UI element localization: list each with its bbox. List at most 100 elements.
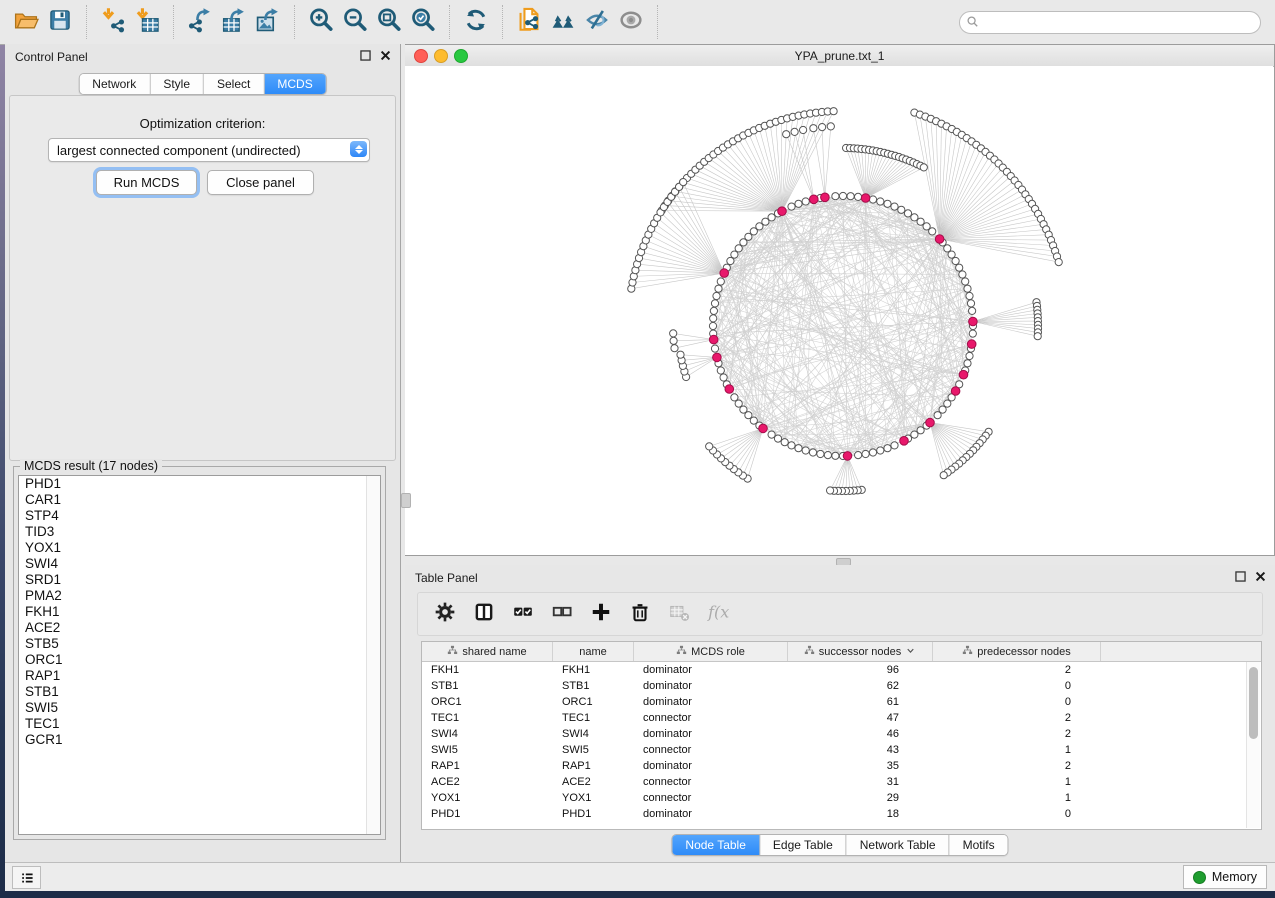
column-header-MCDS-role[interactable]: MCDS role [634,642,788,661]
mcds-result-node[interactable]: STB1 [19,684,380,700]
close-icon[interactable] [1254,570,1267,588]
mcds-result-node[interactable]: GCR1 [19,732,380,748]
zoom-fit-button[interactable] [372,7,406,37]
table-toolbar: f(x) [417,592,1263,636]
column-header-predecessor-nodes[interactable]: predecessor nodes [933,642,1101,661]
automation-panel-button[interactable] [12,866,41,889]
preview-eye-button[interactable] [614,7,648,37]
cell-name: PHD1 [553,806,634,822]
table-row[interactable]: PHD1PHD1dominator180 [422,806,1261,822]
mcds-result-list[interactable]: PHD1CAR1STP4TID3YOX1SWI4SRD1PMA2FKH1ACE2… [18,475,381,835]
table-row[interactable]: SWI5SWI5connector431 [422,742,1261,758]
export-image-button[interactable] [251,7,285,37]
settings-gear-button[interactable] [430,599,460,629]
node-table[interactable]: shared namenameMCDS rolesuccessor nodesp… [421,641,1262,830]
tab-motifs[interactable]: Motifs [950,835,1008,855]
mcds-list-scrollbar[interactable] [366,476,380,834]
delete-rows-button[interactable] [625,599,655,629]
zoom-selected-button[interactable] [406,7,440,37]
show-columns-button[interactable] [469,599,499,629]
panel-divider-grip-vertical[interactable] [401,493,411,508]
mcds-result-node[interactable]: SRD1 [19,572,380,588]
mcds-result-node[interactable]: STB5 [19,636,380,652]
tab-select[interactable]: Select [204,74,264,94]
mcds-result-node[interactable]: STP4 [19,508,380,524]
search-network-button[interactable] [546,7,580,37]
window-maximize-button[interactable] [454,49,468,63]
column-header-successor-nodes[interactable]: successor nodes [788,642,933,661]
tab-network-table[interactable]: Network Table [847,835,950,855]
import-network-button[interactable] [96,7,130,37]
mcds-result-node[interactable]: TID3 [19,524,380,540]
mcds-result-node[interactable]: TEC1 [19,716,380,732]
table-row[interactable]: FKH1FKH1dominator962 [422,662,1261,678]
share-document-button[interactable] [512,7,546,37]
tab-network[interactable]: Network [79,74,150,94]
save-button[interactable] [43,7,77,37]
tab-node-table[interactable]: Node Table [672,835,760,855]
tab-edge-table[interactable]: Edge Table [760,835,847,855]
column-header-shared-name[interactable]: shared name [422,642,553,661]
open-folder-button[interactable] [9,7,43,37]
zoom-in-button[interactable] [304,7,338,37]
network-canvas[interactable] [405,66,1273,555]
mcds-result-node[interactable]: PMA2 [19,588,380,604]
hide-table-button [664,599,694,629]
select-all-button[interactable] [508,599,538,629]
close-icon[interactable] [379,49,392,67]
tab-style[interactable]: Style [150,74,204,94]
import-table-button[interactable] [130,7,164,37]
mcds-result-node[interactable]: CAR1 [19,492,380,508]
run-mcds-button[interactable]: Run MCDS [96,170,197,195]
table-row[interactable]: ORC1ORC1dominator610 [422,694,1261,710]
mcds-panel: Optimization criterion: largest connecte… [9,95,396,461]
table-scrollbar[interactable] [1246,662,1260,828]
mcds-result-node[interactable]: ORC1 [19,652,380,668]
export-network-button[interactable] [183,7,217,37]
mcds-result-node[interactable]: SWI5 [19,700,380,716]
refresh-button[interactable] [459,7,493,37]
network-window-titlebar[interactable]: YPA_prune.txt_1 [405,45,1274,67]
network-graph[interactable] [405,66,1273,555]
zoom-selected-icon [410,7,436,38]
optimization-criterion-select[interactable]: largest connected component (undirected) [48,138,370,162]
close-panel-button[interactable]: Close panel [207,170,314,195]
float-icon[interactable] [359,49,372,67]
hide-visuals-button[interactable] [580,7,614,37]
float-icon[interactable] [1234,570,1247,588]
mcds-result-node[interactable]: RAP1 [19,668,380,684]
mcds-result-title: MCDS result (17 nodes) [20,459,162,473]
column-header-name[interactable]: name [553,642,634,661]
search-input[interactable] [959,11,1261,34]
mcds-result-node[interactable]: FKH1 [19,604,380,620]
table-row[interactable]: STB1STB1dominator620 [422,678,1261,694]
table-row[interactable]: TEC1TEC1connector472 [422,710,1261,726]
memory-button[interactable]: Memory [1183,865,1267,889]
table-row[interactable]: YOX1YOX1connector291 [422,790,1261,806]
zoom-out-button[interactable] [338,7,372,37]
table-scrollbar-thumb[interactable] [1249,667,1258,739]
cell-MCDS-role: dominator [634,726,788,742]
toolbar-group [0,5,87,39]
window-minimize-button[interactable] [434,49,448,63]
optimization-criterion-label: Optimization criterion: [10,116,395,131]
cell-MCDS-role: dominator [634,678,788,694]
cell-MCDS-role: dominator [634,806,788,822]
cell-shared-name: SWI4 [422,726,553,742]
table-row[interactable]: SWI4SWI4dominator462 [422,726,1261,742]
table-row[interactable]: ACE2ACE2connector311 [422,774,1261,790]
mcds-result-node[interactable]: YOX1 [19,540,380,556]
tab-mcds[interactable]: MCDS [264,74,325,94]
table-row[interactable]: RAP1RAP1dominator352 [422,758,1261,774]
export-table-button[interactable] [217,7,251,37]
cell-MCDS-role: connector [634,790,788,806]
mcds-result-node[interactable]: SWI4 [19,556,380,572]
cell-predecessor-nodes: 1 [933,742,1101,758]
cell-successor-nodes: 43 [788,742,933,758]
import-table-icon [134,7,160,38]
window-close-button[interactable] [414,49,428,63]
mcds-result-node[interactable]: PHD1 [19,476,380,492]
mcds-result-node[interactable]: ACE2 [19,620,380,636]
deselect-all-button[interactable] [547,599,577,629]
add-row-button[interactable] [586,599,616,629]
